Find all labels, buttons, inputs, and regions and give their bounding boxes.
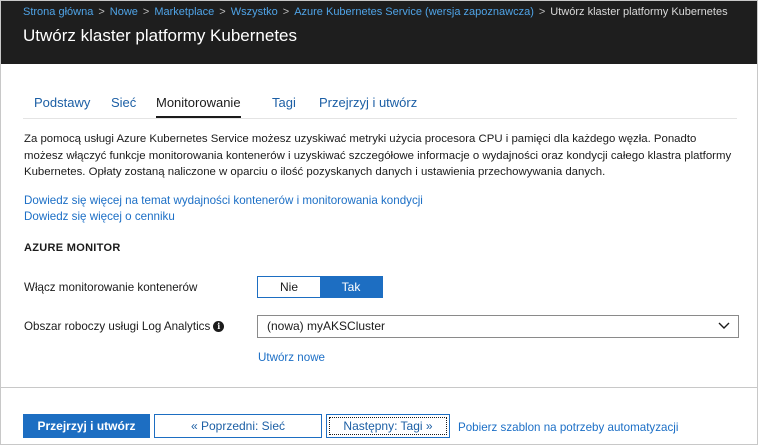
workspace-select-value: (nowa) myAKSCluster <box>267 319 386 333</box>
learn-more-pricing-link[interactable]: Dowiedz się więcej o cenniku <box>24 209 175 224</box>
page-title: Utwórz klaster platformy Kubernetes <box>23 26 297 45</box>
enable-monitoring-toggle: Nie Tak <box>257 276 383 298</box>
footer-divider <box>1 387 757 388</box>
azure-monitor-heading: AZURE MONITOR <box>24 242 121 254</box>
portal-window: Strona główna > Nowe > Marketplace > Wszystko >… <box>0 0 758 445</box>
toggle-option-no[interactable]: Nie <box>258 277 320 297</box>
breadcrumb-separator: > <box>538 6 546 18</box>
workspace-select[interactable]: (nowa) myAKSCluster <box>257 315 739 338</box>
breadcrumb-new[interactable]: Nowe <box>110 6 138 18</box>
workspace-label-row: Obszar roboczy usługi Log Analytics i <box>24 319 225 334</box>
header-bar: Strona główna > Nowe > Marketplace > Wszystko >… <box>1 1 757 64</box>
previous-button[interactable]: « Poprzedni: Sieć <box>154 414 322 438</box>
next-button[interactable]: Następny: Tagi » <box>326 414 450 438</box>
breadcrumb-everything[interactable]: Wszystko <box>231 6 278 18</box>
download-template-link[interactable]: Pobierz szablon na potrzeby automatyzacj… <box>458 420 678 435</box>
breadcrumb: Strona główna > Nowe > Marketplace > Wszystko >… <box>23 5 728 19</box>
breadcrumb-separator: > <box>282 6 290 18</box>
breadcrumb-aks[interactable]: Azure Kubernetes Service (wersja zapozna… <box>294 6 534 18</box>
toggle-option-yes[interactable]: Tak <box>320 277 382 297</box>
tab-monitoring[interactable]: Monitorowanie <box>156 95 241 118</box>
tab-tags[interactable]: Tagi <box>272 95 296 111</box>
tab-networking[interactable]: Sieć <box>111 95 136 111</box>
enable-monitoring-label: Włącz monitorowanie kontenerów <box>24 281 198 294</box>
monitoring-description: Za pomocą usługi Azure Kubernetes Servic… <box>24 133 732 178</box>
breadcrumb-separator: > <box>142 6 150 18</box>
breadcrumb-marketplace[interactable]: Marketplace <box>154 6 214 18</box>
tabs-divider <box>23 118 737 119</box>
tab-review-create[interactable]: Przejrzyj i utwórz <box>319 95 417 111</box>
learn-more-monitoring-link[interactable]: Dowiedz się więcej na temat wydajności k… <box>24 193 423 208</box>
breadcrumb-current: Utwórz klaster platformy Kubernetes <box>550 6 728 18</box>
breadcrumb-home[interactable]: Strona główna <box>23 6 93 18</box>
review-create-button[interactable]: Przejrzyj i utwórz <box>23 414 150 438</box>
tab-basics[interactable]: Podstawy <box>34 95 90 111</box>
workspace-label: Obszar roboczy usługi Log Analytics <box>24 320 211 333</box>
breadcrumb-separator: > <box>219 6 226 18</box>
create-new-workspace-link[interactable]: Utwórz nowe <box>258 350 325 365</box>
info-icon[interactable]: i <box>213 321 225 332</box>
chevron-down-icon <box>718 322 730 329</box>
breadcrumb-separator: > <box>98 6 105 18</box>
